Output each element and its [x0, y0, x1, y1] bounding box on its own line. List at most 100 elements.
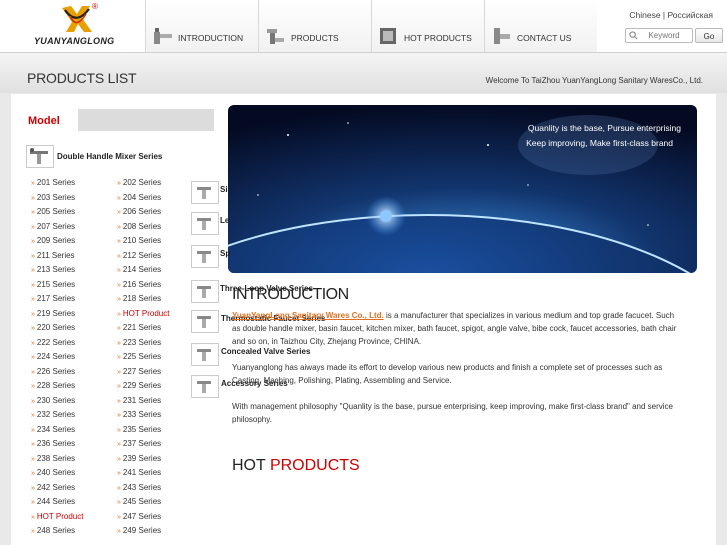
- arrow-icon: »: [31, 354, 35, 361]
- arrow-icon: »: [31, 528, 35, 535]
- series-label: 221 Series: [122, 323, 162, 332]
- series-link[interactable]: » 203 Series: [31, 193, 75, 202]
- category-thumbnail-icon: [191, 245, 219, 268]
- series-link[interactable]: » 229 Series: [117, 381, 161, 390]
- series-link[interactable]: » 235 Series: [117, 425, 161, 434]
- arrow-icon: »: [117, 412, 121, 419]
- nav-contact-us[interactable]: CONTACT US: [484, 0, 597, 52]
- series-link[interactable]: » 238 Series: [31, 454, 75, 463]
- series-link[interactable]: » 213 Series: [31, 265, 75, 274]
- search-box[interactable]: [625, 28, 693, 43]
- series-link[interactable]: » 220 Series: [31, 323, 75, 332]
- series-link[interactable]: » 225 Series: [117, 352, 161, 361]
- series-label: HOT Product: [36, 511, 84, 521]
- series-link[interactable]: » 204 Series: [117, 193, 161, 202]
- series-link[interactable]: » 214 Series: [117, 265, 161, 274]
- series-link[interactable]: » 202 Series: [117, 178, 161, 187]
- series-link[interactable]: » 224 Series: [31, 352, 75, 361]
- series-link[interactable]: » 218 Series: [117, 294, 161, 303]
- series-link[interactable]: » 201 Series: [31, 178, 75, 187]
- arrow-icon: »: [31, 412, 35, 419]
- go-button[interactable]: Go: [695, 28, 723, 43]
- series-link[interactable]: » 232 Series: [31, 410, 75, 419]
- series-link[interactable]: » 228 Series: [31, 381, 75, 390]
- arrow-icon: »: [31, 281, 35, 289]
- series-link[interactable]: » 236 Series: [31, 439, 75, 448]
- arrow-icon: »: [117, 267, 121, 274]
- series-link[interactable]: » 208 Series: [117, 222, 161, 231]
- series-label: 229 Series: [122, 381, 162, 390]
- series-link[interactable]: » 227 Series: [117, 367, 161, 376]
- nav-introduction[interactable]: INTRODUCTION: [145, 0, 258, 52]
- series-link[interactable]: » 239 Series: [117, 454, 161, 463]
- logo[interactable]: ® YUANYANGLONG: [6, 2, 146, 50]
- series-link[interactable]: » 237 Series: [117, 439, 161, 448]
- page-title: PRODUCTS LIST: [27, 70, 137, 86]
- arrow-icon: »: [117, 339, 121, 347]
- series-label: 209 Series: [36, 236, 76, 245]
- nav-hot-products[interactable]: HOT PRODUCTS: [371, 0, 484, 52]
- arrow-icon: »: [117, 513, 121, 521]
- series-link[interactable]: » 210 Series: [117, 236, 161, 245]
- hot-product-icon: [380, 28, 396, 44]
- series-link[interactable]: » 215 Series: [31, 280, 75, 289]
- category-label: Concealed Valve Series: [221, 347, 311, 356]
- nav-products[interactable]: PRODUCTS: [258, 0, 371, 52]
- series-link[interactable]: » 241 Series: [117, 468, 161, 477]
- header: ® YUANYANGLONG INTRODUCTION PRODUCTS HOT…: [0, 0, 727, 53]
- series-link[interactable]: » 245 Series: [117, 497, 161, 506]
- series-label: 215 Series: [36, 279, 76, 289]
- series-label: 236 Series: [36, 439, 76, 448]
- arrow-icon: »: [31, 209, 35, 216]
- series-link[interactable]: » 244 Series: [31, 497, 75, 506]
- series-link[interactable]: » 243 Series: [117, 483, 161, 492]
- intro-text: and so on, in Taizhou City, Zhejang Prov…: [232, 337, 422, 346]
- arrow-icon: »: [117, 528, 121, 535]
- series-link[interactable]: » 249 Series: [117, 526, 161, 535]
- search-icon: [629, 31, 638, 40]
- series-link[interactable]: » 205 Series: [31, 207, 75, 216]
- series-link[interactable]: » HOT Product: [31, 512, 83, 521]
- series-link[interactable]: » 206 Series: [117, 207, 161, 216]
- intro-text: as double handle mixer, basin faucet, ki…: [232, 324, 677, 333]
- arrow-icon: »: [31, 513, 35, 521]
- series-link[interactable]: » 231 Series: [117, 396, 161, 405]
- title-bar: PRODUCTS LIST Welcome To TaiZhou YuanYan…: [0, 53, 727, 93]
- arrow-icon: »: [31, 339, 35, 347]
- company-link[interactable]: YuanYangLong Sanitary Wares Co., Ltd.: [232, 311, 384, 320]
- series-label: 210 Series: [122, 236, 162, 245]
- category-label: Le: [220, 216, 230, 225]
- language-switcher[interactable]: Chinese | Российская: [629, 10, 713, 20]
- series-link[interactable]: » 211 Series: [31, 251, 75, 260]
- category-thumbnail-icon: [191, 212, 219, 235]
- series-link[interactable]: » 223 Series: [117, 338, 161, 347]
- series-link[interactable]: » 247 Series: [117, 512, 161, 521]
- series-link[interactable]: » 209 Series: [31, 236, 75, 245]
- series-label: 226 Series: [36, 366, 76, 376]
- arrow-icon: »: [117, 296, 121, 303]
- series-link[interactable]: » 217 Series: [31, 294, 75, 303]
- series-link[interactable]: » 207 Series: [31, 222, 75, 231]
- arrow-icon: »: [31, 238, 35, 245]
- series-link[interactable]: » 240 Series: [31, 468, 75, 477]
- series-link[interactable]: » 234 Series: [31, 425, 75, 434]
- series-label: 230 Series: [36, 395, 76, 405]
- series-link[interactable]: » 230 Series: [31, 396, 75, 405]
- series-link[interactable]: » 226 Series: [31, 367, 75, 376]
- series-link[interactable]: » 233 Series: [117, 410, 161, 419]
- arrow-icon: »: [117, 310, 121, 318]
- series-link[interactable]: » 222 Series: [31, 338, 75, 347]
- series-link[interactable]: » 221 Series: [117, 323, 161, 332]
- series-link[interactable]: » HOT Product: [117, 309, 169, 318]
- search-input[interactable]: [639, 29, 689, 41]
- arrow-icon: »: [117, 180, 121, 187]
- series-link[interactable]: » 219 Series: [31, 309, 75, 318]
- arrow-icon: »: [31, 499, 35, 506]
- series-link[interactable]: » 248 Series: [31, 526, 75, 535]
- series-label: 212 Series: [122, 250, 162, 260]
- series-link[interactable]: » 212 Series: [117, 251, 161, 260]
- series-label: 206 Series: [122, 207, 162, 216]
- series-label: 241 Series: [122, 468, 162, 477]
- series-link[interactable]: » 242 Series: [31, 483, 75, 492]
- series-link[interactable]: » 216 Series: [117, 280, 161, 289]
